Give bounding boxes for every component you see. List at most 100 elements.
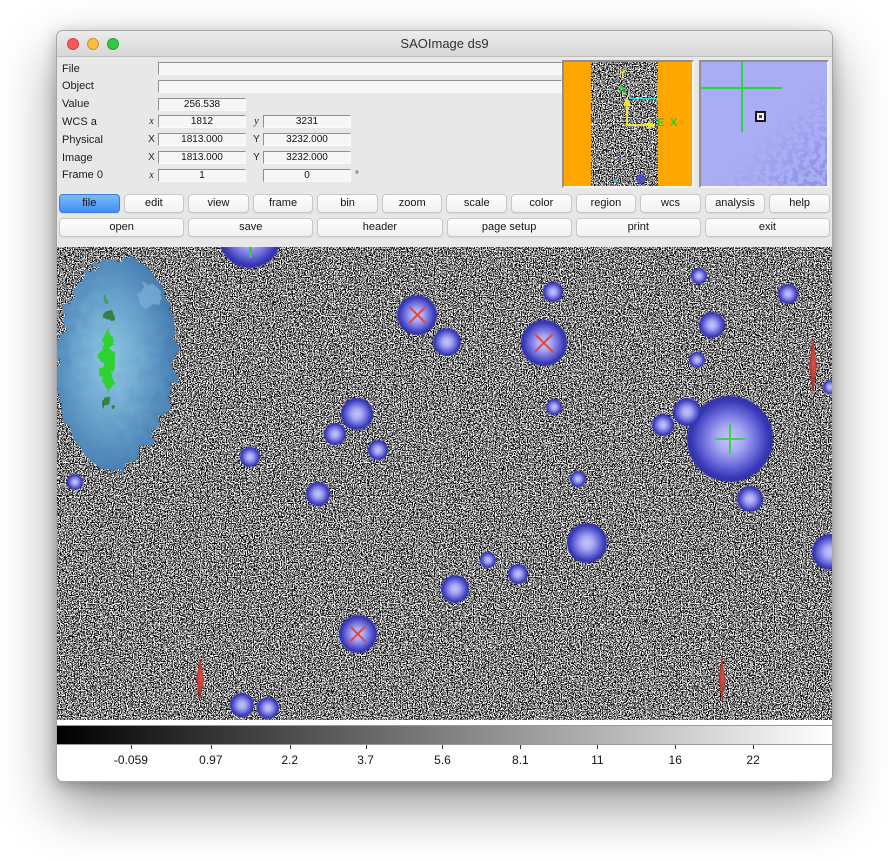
colorbar-tick-label: 8.1 [512,753,529,767]
star [257,697,279,719]
star [240,447,259,466]
compass-north-arrowhead [623,97,631,105]
star [778,284,797,303]
magnifier[interactable] [699,60,829,188]
colorbar-tick-label: 11 [591,753,603,767]
menu-edit[interactable]: edit [124,194,185,213]
coord-sub-1: x [145,170,158,181]
filemenu-page-setup[interactable]: page setup [447,218,572,237]
menu-scale[interactable]: scale [446,194,507,213]
object-field[interactable] [158,80,562,93]
coord-field-1[interactable]: 1813.000 [158,133,246,146]
info-label: Image [62,152,145,164]
menu-help[interactable]: help [769,194,830,213]
info-label: WCS a [62,116,145,128]
menu-region[interactable]: region [576,194,637,213]
image-canvas[interactable] [57,247,832,720]
menu-bin[interactable]: bin [317,194,378,213]
filemenu-print[interactable]: print [576,218,701,237]
value-field[interactable]: 256.538 [158,98,246,111]
star [652,414,674,436]
star [306,482,330,506]
menu-analysis[interactable]: analysis [705,194,766,213]
magnifier-pixels [701,62,827,186]
red-x-marker [531,330,557,356]
previews: Y N E X [562,60,829,189]
colorbar-tick [131,745,132,749]
star [508,564,527,583]
colorbar-ticks: -0.0590.972.23.75.68.1111622 [57,745,832,782]
colorbar-tick-label: 3.7 [357,753,374,767]
info-row-image: ImageX1813.000 Y3232.000 [62,151,562,164]
red-x-marker [347,623,369,645]
coord-field-1[interactable]: 1 [158,169,246,182]
filemenu-exit[interactable]: exit [705,218,830,237]
info-label: Physical [62,134,145,146]
colorbar-tick [753,745,754,749]
colorbar-tick [597,745,598,749]
menu-wcs[interactable]: wcs [640,194,701,213]
coord-field-2[interactable]: 3231 [263,115,351,128]
ds9-window: SAOImage ds9 File Object Value 256.538 WCS a… [56,30,833,782]
colorbar-tick [366,745,367,749]
menu-zoom[interactable]: zoom [382,194,443,213]
coord-field-2[interactable]: 0 [263,169,351,182]
coord-sub-1: X [145,134,158,145]
star [341,398,372,429]
colorbar-tick-label: 16 [669,753,682,767]
colorbar-tick [520,745,521,749]
menu-view[interactable]: view [188,194,249,213]
green-plus-marker [715,424,745,454]
compass-x-axis [627,124,649,126]
magnifier-cursor-box [755,111,766,122]
coord-sub-2: Y [250,152,263,163]
menu-frame[interactable]: frame [253,194,314,213]
menu-color[interactable]: color [511,194,572,213]
filemenu-save[interactable]: save [188,218,313,237]
colorbar-tick [211,745,212,749]
colorbar-tick-label: 2.2 [281,753,298,767]
info-label: Value [62,98,145,110]
info-label: Object [62,80,145,92]
menu-file[interactable]: file [59,194,120,213]
traffic-lights [67,38,119,50]
star [368,440,387,459]
panner[interactable]: Y N E X [562,60,694,188]
panner-viewbox[interactable] [629,83,658,99]
coord-sub-2: Y [250,134,263,145]
info-row-wcs-a: WCS ax1812 y3231 [62,115,562,128]
file-field[interactable] [158,62,562,75]
colorbar-tick-label: 5.6 [434,753,451,767]
info-row-physical: PhysicalX1813.000 Y3232.000 [62,133,562,146]
coord-field-1[interactable]: 1813.000 [158,151,246,164]
magnifier-crosshair-h [701,87,782,89]
info-row-frame-0: Frame 0x1 0 ° [62,169,562,182]
info-label: File [62,63,145,75]
magnifier-crosshair-v [741,62,743,132]
info-row-file: File [62,62,562,75]
info-label: Frame 0 [62,169,145,181]
coord-sub-1: X [145,152,158,163]
minimize-button[interactable] [87,38,99,50]
colorbar-tick-label: 22 [746,753,759,767]
window-title: SAOImage ds9 [57,36,832,51]
degree-suffix: ° [355,170,359,181]
red-x-marker [406,304,429,327]
coord-field-2[interactable]: 3232.000 [263,151,351,164]
colorbar-tick [290,745,291,749]
compass-east-arrowhead [648,121,656,129]
filemenu-open[interactable]: open [59,218,184,237]
zoom-window-button[interactable] [107,38,119,50]
filemenu-header[interactable]: header [317,218,442,237]
compass-y-axis [626,104,628,126]
coord-field-1[interactable]: 1812 [158,115,246,128]
compass-label-n: N [619,85,627,96]
coord-sub-1: x [145,116,158,127]
star [324,423,346,445]
colorbar-gradient[interactable] [57,725,832,745]
colorbar-panel: -0.0590.972.23.75.68.1111622 [57,720,832,782]
close-button[interactable] [67,38,79,50]
coord-field-2[interactable]: 3232.000 [263,133,351,146]
compass-label-e: E [657,118,664,129]
coord-sub-2: y [250,116,263,127]
